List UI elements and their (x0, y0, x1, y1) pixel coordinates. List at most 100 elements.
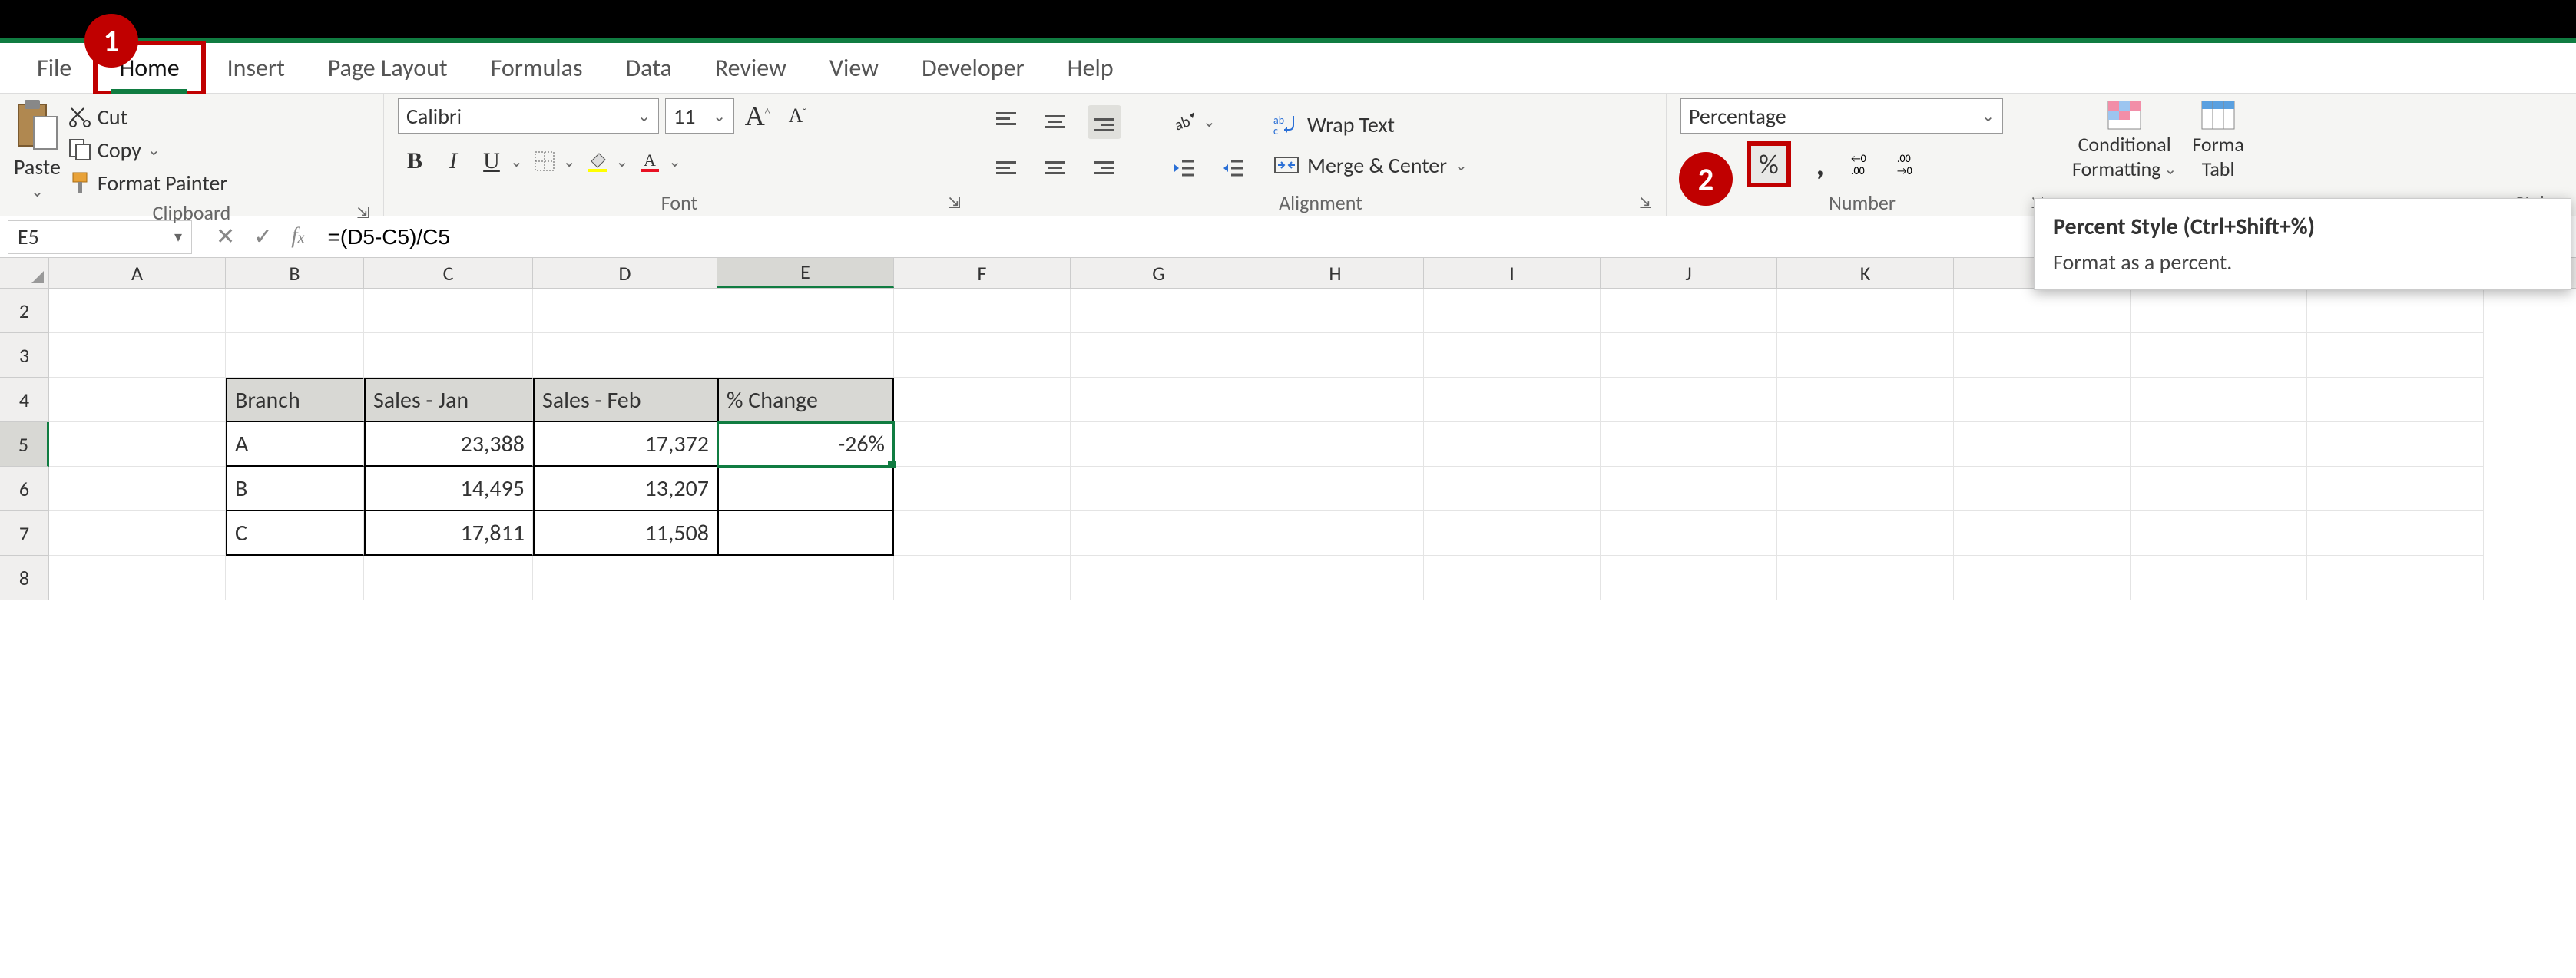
cell-N6[interactable] (2307, 467, 2484, 511)
col-header-K[interactable]: K (1777, 258, 1954, 288)
row-header-5[interactable]: 5 (0, 422, 49, 467)
borders-button[interactable] (528, 144, 561, 178)
align-bottom-button[interactable] (1088, 105, 1121, 139)
chevron-down-icon[interactable]: ⌄ (563, 152, 576, 171)
cut-button[interactable]: Cut (68, 104, 227, 131)
cell-H5[interactable] (1247, 422, 1424, 467)
spreadsheet-grid[interactable]: ABCDEFGHIJKLMN 234BranchSales - JanSales… (0, 258, 2576, 600)
cell-D3[interactable] (533, 333, 717, 378)
enter-formula-icon[interactable]: ✓ (253, 223, 273, 251)
cancel-formula-icon[interactable]: ✕ (216, 223, 235, 251)
cell-A8[interactable] (49, 556, 226, 600)
align-right-button[interactable] (1088, 151, 1121, 185)
cell-F6[interactable] (894, 467, 1071, 511)
underline-button[interactable]: U (475, 144, 508, 178)
format-as-table-button[interactable]: Forma Tabl (2192, 98, 2244, 181)
cell-M6[interactable] (2131, 467, 2307, 511)
cell-L6[interactable] (1954, 467, 2131, 511)
cell-F5[interactable] (894, 422, 1071, 467)
cell-E8[interactable] (717, 556, 894, 600)
cell-L4[interactable] (1954, 378, 2131, 422)
cell-J4[interactable] (1601, 378, 1777, 422)
col-header-J[interactable]: J (1601, 258, 1777, 288)
align-middle-button[interactable] (1038, 105, 1072, 139)
cell-C7[interactable]: 17,811 (364, 511, 533, 556)
cell-C4[interactable]: Sales - Jan (364, 378, 533, 422)
orientation-button[interactable]: ab (1167, 105, 1201, 139)
cell-N2[interactable] (2307, 289, 2484, 333)
row-header-3[interactable]: 3 (0, 333, 49, 378)
cell-A2[interactable] (49, 289, 226, 333)
tab-insert[interactable]: Insert (206, 45, 306, 91)
cell-I4[interactable] (1424, 378, 1601, 422)
row-header-4[interactable]: 4 (0, 378, 49, 422)
cell-K3[interactable] (1777, 333, 1954, 378)
percent-style-button[interactable]: % (1747, 141, 1791, 187)
tab-developer[interactable]: Developer (900, 45, 1046, 91)
cell-I6[interactable] (1424, 467, 1601, 511)
tab-help[interactable]: Help (1046, 45, 1135, 91)
col-header-D[interactable]: D (533, 258, 717, 288)
chevron-down-icon[interactable]: ⌄ (1203, 112, 1216, 131)
cell-K6[interactable] (1777, 467, 1954, 511)
cell-B4[interactable]: Branch (226, 378, 364, 422)
cell-A6[interactable] (49, 467, 226, 511)
cell-K2[interactable] (1777, 289, 1954, 333)
cell-N7[interactable] (2307, 511, 2484, 556)
cell-J6[interactable] (1601, 467, 1777, 511)
cell-G2[interactable] (1071, 289, 1247, 333)
copy-button[interactable]: Copy ⌄ (68, 137, 227, 164)
cell-N5[interactable] (2307, 422, 2484, 467)
dialog-launcher-icon[interactable]: ⇲ (1639, 193, 1652, 213)
cell-B6[interactable]: B (226, 467, 364, 511)
cell-E4[interactable]: % Change (717, 378, 894, 422)
cell-M4[interactable] (2131, 378, 2307, 422)
bold-button[interactable]: B (398, 144, 432, 178)
cell-M2[interactable] (2131, 289, 2307, 333)
cell-H2[interactable] (1247, 289, 1424, 333)
row-header-8[interactable]: 8 (0, 556, 49, 600)
cell-A5[interactable] (49, 422, 226, 467)
col-header-I[interactable]: I (1424, 258, 1601, 288)
cell-A3[interactable] (49, 333, 226, 378)
cell-D8[interactable] (533, 556, 717, 600)
cell-I7[interactable] (1424, 511, 1601, 556)
chevron-down-icon[interactable]: ⌄ (510, 152, 523, 171)
merge-center-button[interactable]: Merge & Center ⌄ (1273, 152, 1468, 179)
cell-C6[interactable]: 14,495 (364, 467, 533, 511)
cell-I8[interactable] (1424, 556, 1601, 600)
cell-M5[interactable] (2131, 422, 2307, 467)
number-format-combo[interactable]: Percentage⌄ (1680, 98, 2003, 134)
italic-button[interactable]: I (436, 144, 470, 178)
cell-M8[interactable] (2131, 556, 2307, 600)
cell-C5[interactable]: 23,388 (364, 422, 533, 467)
col-header-A[interactable]: A (49, 258, 226, 288)
cell-E3[interactable] (717, 333, 894, 378)
col-header-E[interactable]: E (717, 258, 894, 288)
cell-B5[interactable]: A (226, 422, 364, 467)
select-all-button[interactable] (0, 258, 49, 288)
tab-review[interactable]: Review (694, 45, 808, 91)
cell-F3[interactable] (894, 333, 1071, 378)
cell-L7[interactable] (1954, 511, 2131, 556)
cell-F8[interactable] (894, 556, 1071, 600)
fill-color-button[interactable] (581, 144, 614, 178)
cell-F7[interactable] (894, 511, 1071, 556)
cell-G3[interactable] (1071, 333, 1247, 378)
cell-K5[interactable] (1777, 422, 1954, 467)
cell-K8[interactable] (1777, 556, 1954, 600)
align-left-button[interactable] (989, 151, 1023, 185)
chevron-down-icon[interactable]: ⌄ (616, 152, 629, 171)
cell-F4[interactable] (894, 378, 1071, 422)
row-header-7[interactable]: 7 (0, 511, 49, 556)
cell-L5[interactable] (1954, 422, 2131, 467)
cell-E5[interactable]: -26% (717, 422, 894, 467)
cell-G5[interactable] (1071, 422, 1247, 467)
tab-formulas[interactable]: Formulas (469, 45, 604, 91)
cell-H8[interactable] (1247, 556, 1424, 600)
cell-B2[interactable] (226, 289, 364, 333)
cell-J2[interactable] (1601, 289, 1777, 333)
tab-file[interactable]: File (15, 45, 93, 91)
cell-J8[interactable] (1601, 556, 1777, 600)
tab-data[interactable]: Data (604, 45, 693, 91)
